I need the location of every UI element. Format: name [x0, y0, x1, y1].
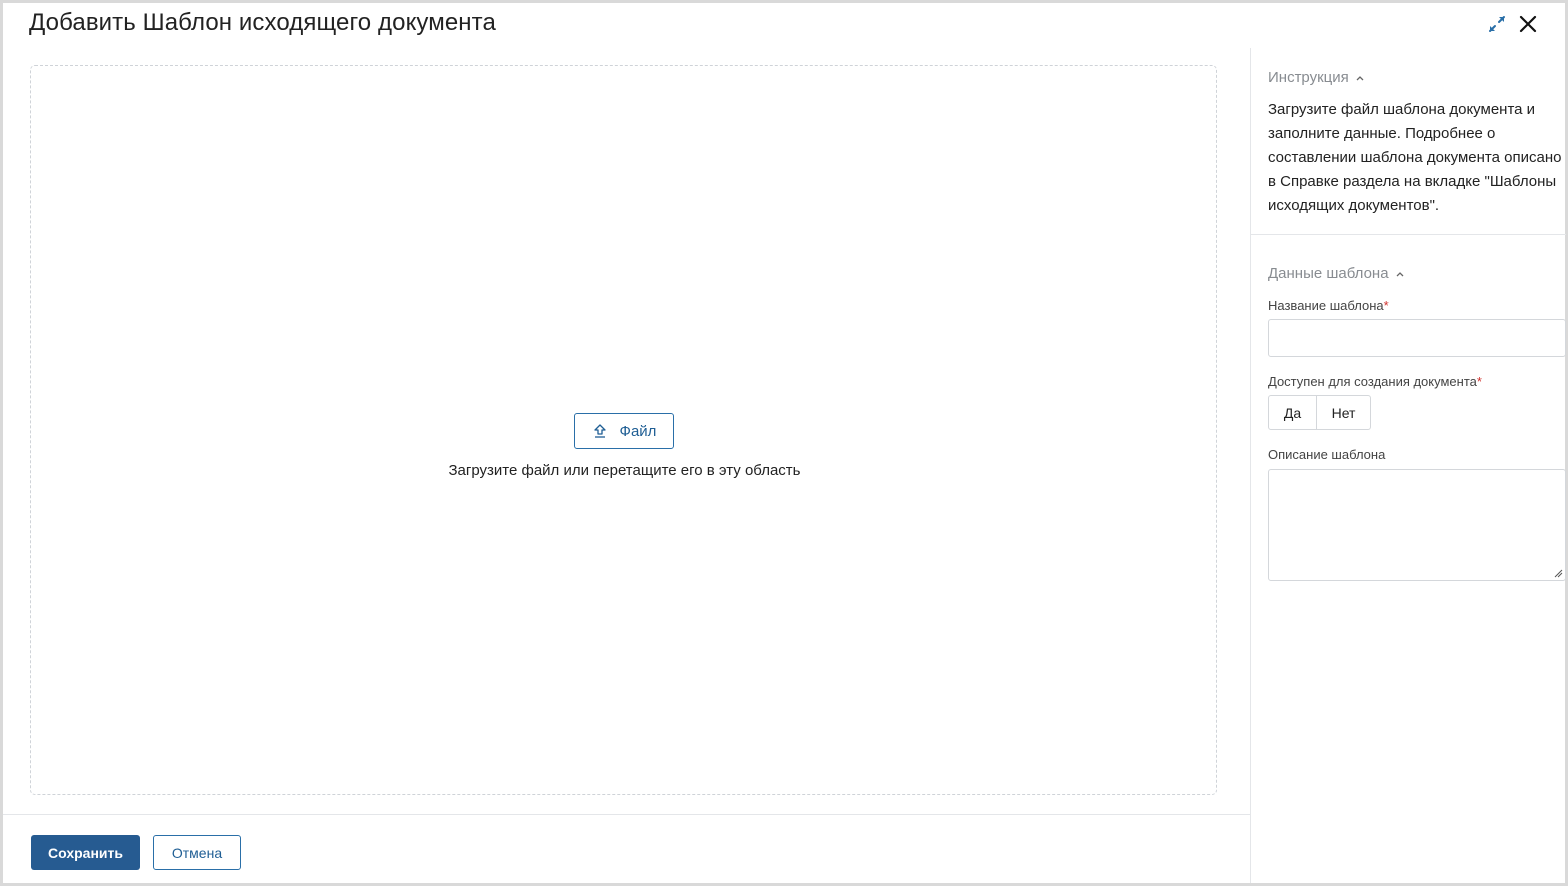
close-button[interactable] — [1515, 11, 1541, 37]
chevron-up-icon — [1356, 75, 1364, 80]
template-data-section-title: Данные шаблона — [1268, 265, 1389, 282]
expand-button[interactable] — [1484, 11, 1510, 37]
available-toggle: Да Нет — [1268, 395, 1371, 430]
save-button[interactable]: Сохранить — [31, 835, 140, 870]
dialog: Добавить Шаблон исходящего документа Фай… — [3, 3, 1566, 884]
instruction-section-toggle[interactable]: Инструкция — [1268, 69, 1365, 86]
required-mark: * — [1476, 374, 1482, 389]
upload-file-button[interactable]: Файл — [574, 413, 674, 449]
section-divider — [1251, 234, 1566, 235]
dialog-title: Добавить Шаблон исходящего документа — [29, 9, 496, 36]
close-icon — [1519, 15, 1537, 33]
expand-icon — [1489, 16, 1505, 32]
file-dropzone[interactable]: Файл Загрузите файл или перетащите его в… — [30, 65, 1217, 795]
dialog-footer: Сохранить Отмена — [3, 814, 1250, 884]
upload-area: Файл Загрузите файл или перетащите его в… — [3, 48, 1250, 814]
template-description-input[interactable] — [1268, 469, 1566, 581]
required-mark: * — [1383, 298, 1389, 313]
chevron-up-icon — [1396, 271, 1404, 276]
resize-handle-icon[interactable] — [1554, 569, 1563, 578]
template-name-label: Название шаблона* — [1268, 298, 1389, 313]
sidebar-panel: Инструкция Загрузите файл шаблона докуме… — [1250, 48, 1566, 883]
upload-icon — [593, 424, 606, 438]
instruction-text: Загрузите файл шаблона документа и запол… — [1268, 101, 1562, 214]
available-yes-option[interactable]: Да — [1269, 396, 1317, 429]
upload-file-label: Файл — [619, 422, 657, 440]
dropzone-hint: Загрузите файл или перетащите его в эту … — [448, 462, 801, 479]
cancel-button[interactable]: Отмена — [153, 835, 241, 870]
template-name-input[interactable] — [1268, 319, 1566, 357]
available-no-option[interactable]: Нет — [1317, 396, 1370, 429]
available-label: Доступен для создания документа* — [1268, 374, 1482, 389]
instruction-section-title: Инструкция — [1268, 69, 1349, 86]
template-data-section-toggle[interactable]: Данные шаблона — [1268, 265, 1405, 282]
description-label: Описание шаблона — [1268, 447, 1386, 462]
